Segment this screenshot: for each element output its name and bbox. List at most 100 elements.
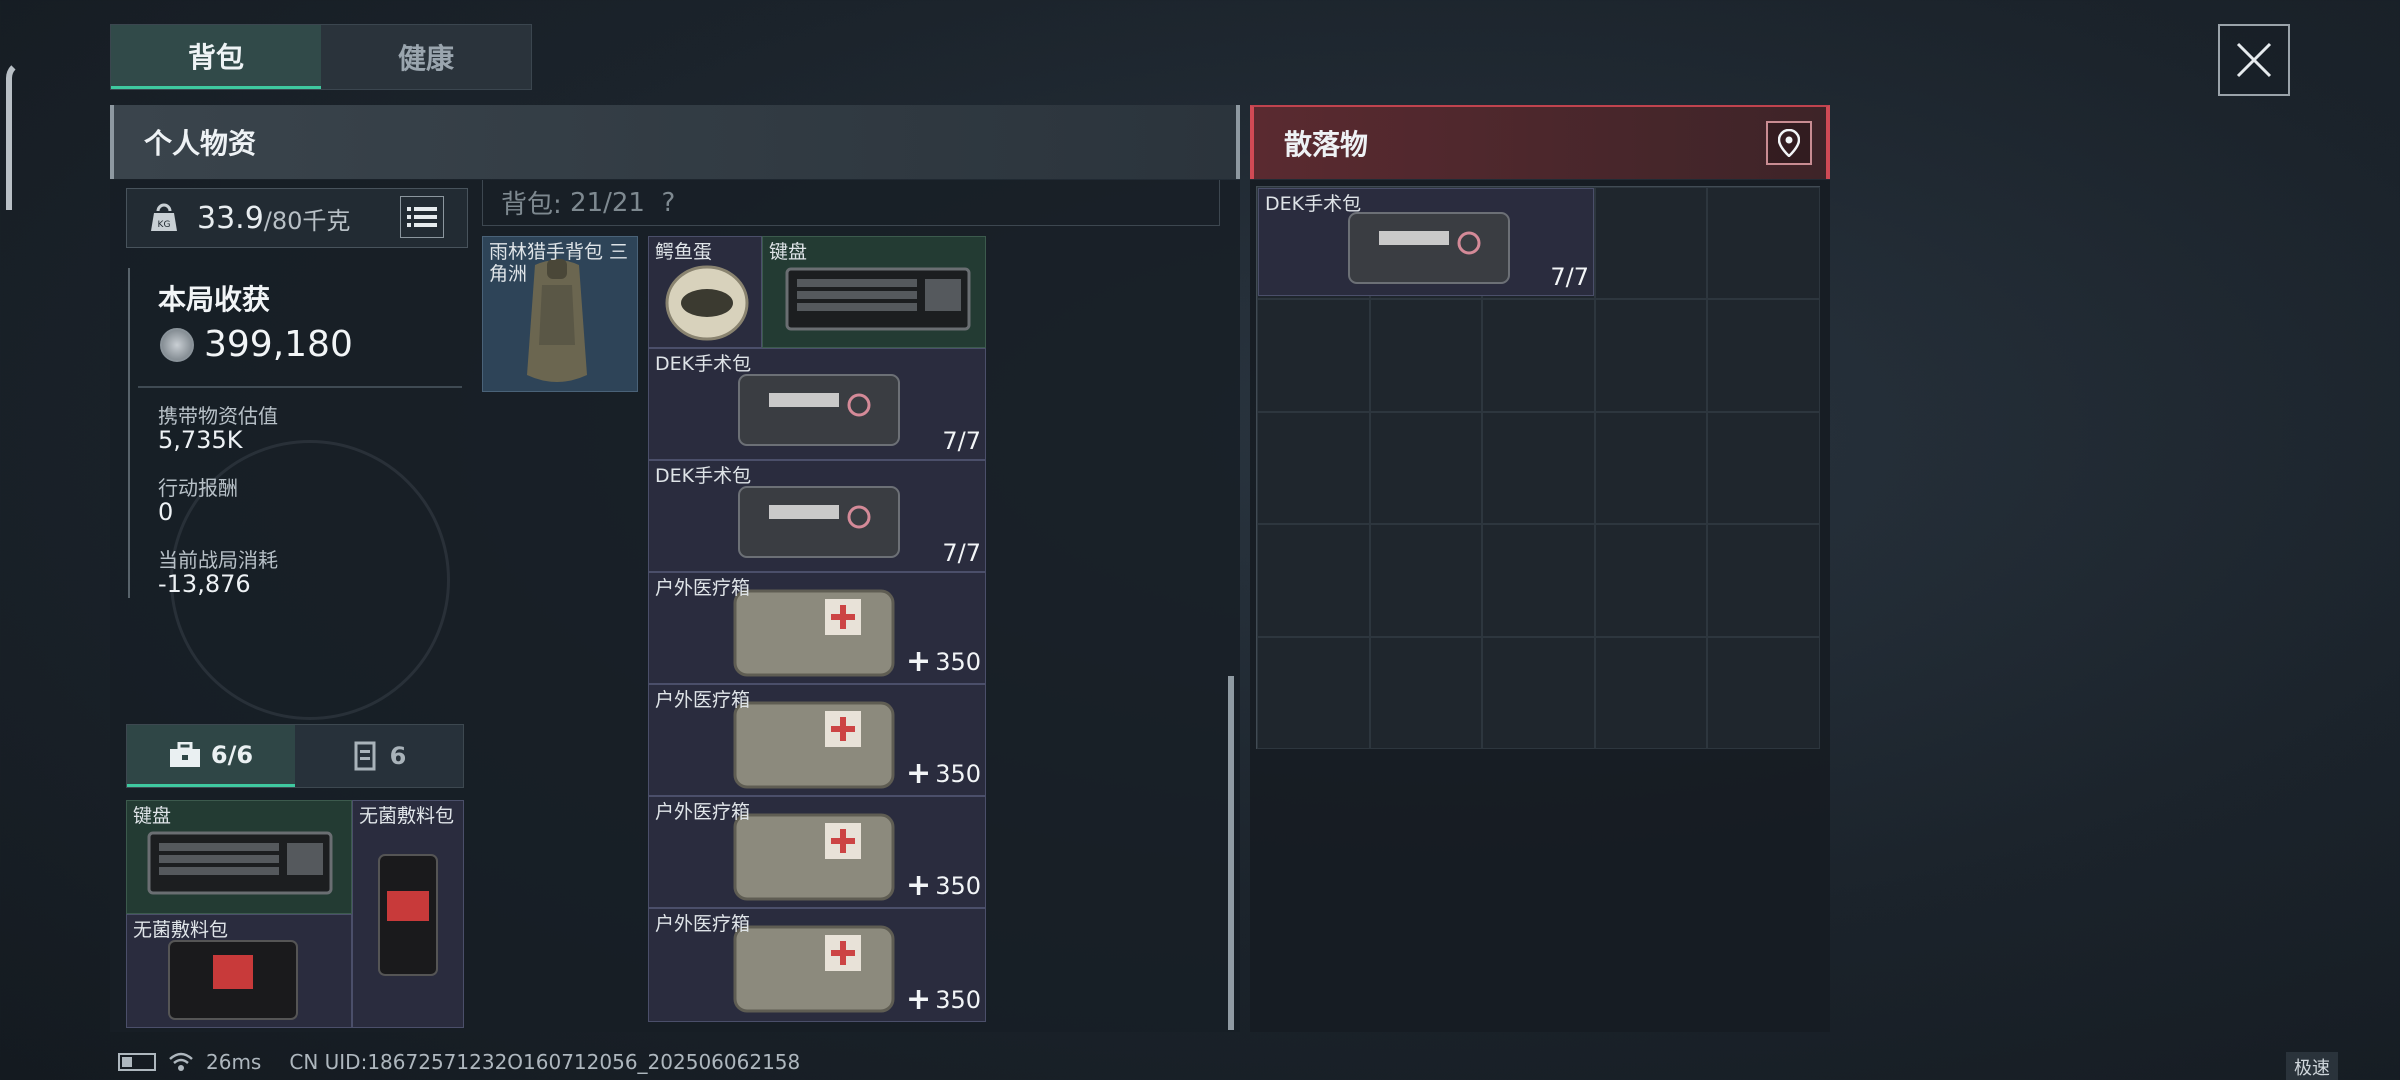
keyboard-image <box>147 831 333 895</box>
item-durability: +350 <box>906 868 981 903</box>
item-durability: +350 <box>906 756 981 791</box>
pouch-item[interactable]: 无菌敷料包 <box>352 800 464 1028</box>
loot-grid-cell[interactable] <box>1482 411 1595 525</box>
item-count: 350 <box>935 985 981 1014</box>
earnings-total-value: 399,180 <box>204 324 353 365</box>
item-name: 无菌敷料包 <box>133 919 229 941</box>
loot-grid-cell[interactable] <box>1594 299 1708 412</box>
list-view-button[interactable] <box>400 196 444 238</box>
bag-item[interactable]: 键盘 <box>762 236 986 348</box>
surgical-kit-image <box>738 374 900 446</box>
medkit-image <box>733 925 895 1013</box>
loot-grid-cell[interactable] <box>1707 299 1820 412</box>
loot-grid-cell[interactable] <box>1257 524 1370 637</box>
loot-grid-cell[interactable] <box>1594 411 1708 525</box>
personal-header: 个人物资 <box>110 105 1240 179</box>
item-name: 户外医疗箱 <box>655 801 751 823</box>
loot-grid-cell[interactable] <box>1707 636 1820 749</box>
container-tabs: 6/6 6 <box>126 724 464 788</box>
cost-value: -13,876 <box>158 570 251 598</box>
loot-title: 散落物 <box>1284 128 1369 161</box>
loot-grid-cell[interactable] <box>1707 524 1820 637</box>
bandage-image <box>378 854 438 976</box>
loot-grid-cell[interactable] <box>1707 411 1820 525</box>
plus-icon: + <box>906 868 932 903</box>
keyboard-image <box>785 267 971 331</box>
item-count: 7/7 <box>942 427 981 455</box>
earnings-title: 本局收获 <box>158 283 271 316</box>
croc-egg-image <box>665 265 749 341</box>
item-name: 无菌敷料包 <box>359 805 455 827</box>
loot-grid-cell[interactable] <box>1482 636 1595 749</box>
coin-icon <box>160 327 194 362</box>
loot-grid-cell[interactable] <box>1257 411 1370 525</box>
pouch-item[interactable]: 键盘 <box>126 800 352 914</box>
bag-count: 21/21 <box>570 187 645 218</box>
reward-value: 0 <box>158 498 174 526</box>
map-pin-icon <box>1778 129 1800 157</box>
bag-label: 背包: <box>501 190 562 220</box>
loot-item[interactable]: DEK手术包 7/7 <box>1258 188 1594 296</box>
item-name: 键盘 <box>769 241 808 263</box>
side-handle[interactable] <box>6 60 24 210</box>
bag-item[interactable]: 户外医疗箱 +350 <box>648 796 986 908</box>
loot-grid-cell[interactable] <box>1369 524 1483 637</box>
item-name: 户外医疗箱 <box>655 577 751 599</box>
loot-grid-cell[interactable] <box>1369 636 1483 749</box>
loot-grid-cell[interactable] <box>1482 524 1595 637</box>
bandage-image <box>168 940 298 1020</box>
surgical-kit-image <box>738 486 900 558</box>
tab-vest[interactable]: 6 <box>295 725 463 787</box>
reward-label: 行动报酬 <box>158 476 238 500</box>
status-bar: 26ms CN UID:18672571232O160712056_202506… <box>118 1050 800 1074</box>
battery-icon <box>118 1053 156 1071</box>
bag-item[interactable]: 户外医疗箱 +350 <box>648 908 986 1022</box>
uid-text: CN UID:18672571232O160712056_20250606215… <box>289 1050 801 1074</box>
item-name: 户外医疗箱 <box>655 913 751 935</box>
bag-item[interactable]: DEK手术包 7/7 <box>648 348 986 460</box>
item-name: DEK手术包 <box>655 465 752 487</box>
item-durability: +350 <box>906 644 981 679</box>
loot-grid-cell[interactable] <box>1369 299 1483 412</box>
help-icon[interactable]: ? <box>662 188 676 218</box>
bag-item[interactable]: 户外医疗箱 +350 <box>648 684 986 796</box>
loot-grid-cell[interactable] <box>1594 524 1708 637</box>
medkit-image <box>733 589 895 677</box>
bag-item[interactable]: 鳄鱼蛋 <box>648 236 762 348</box>
earnings-total: 399,180 <box>160 324 353 365</box>
bag-item[interactable]: 户外医疗箱 +350 <box>648 572 986 684</box>
location-button[interactable] <box>1766 121 1812 165</box>
loot-grid-cell[interactable] <box>1594 636 1708 749</box>
tab-health[interactable]: 健康 <box>321 25 531 89</box>
bag-scrollbar[interactable] <box>1228 676 1234 1030</box>
loot-grid-cell[interactable] <box>1707 187 1820 300</box>
item-count: 7/7 <box>1550 263 1589 291</box>
toolbox-icon <box>169 741 200 767</box>
speed-badge: 极速 <box>2286 1052 2338 1080</box>
item-count: 350 <box>935 871 981 900</box>
close-button[interactable] <box>2218 24 2290 96</box>
plus-icon: + <box>906 644 932 679</box>
item-name: DEK手术包 <box>655 353 752 375</box>
loot-grid-cell[interactable] <box>1482 299 1595 412</box>
item-count: 350 <box>935 759 981 788</box>
backpack-slot[interactable]: 雨林猎手背包 三角洲 <box>482 236 638 392</box>
loot-grid-cell[interactable] <box>1594 187 1708 300</box>
item-durability: +350 <box>906 982 981 1017</box>
divider <box>138 386 462 388</box>
earnings-summary: 本局收获 399,180 携带物资估值 5,735K 行动报酬 0 当前战局消耗… <box>128 268 464 598</box>
close-icon <box>2236 42 2272 78</box>
loot-grid-cell[interactable] <box>1369 411 1483 525</box>
bag-item[interactable]: DEK手术包 7/7 <box>648 460 986 572</box>
svg-text:KG: KG <box>158 220 171 230</box>
backpack-name: 雨林猎手背包 三角洲 <box>489 241 629 285</box>
list-icon <box>407 207 437 227</box>
tab-safe-box[interactable]: 6/6 <box>127 725 295 787</box>
tab-backpack[interactable]: 背包 <box>111 25 321 89</box>
item-count: 350 <box>935 647 981 676</box>
loot-header: 散落物 <box>1250 105 1830 179</box>
pouch-item[interactable]: 无菌敷料包 <box>126 914 352 1028</box>
loot-grid-cell[interactable] <box>1257 636 1370 749</box>
carry-value-label: 携带物资估值 <box>158 404 278 428</box>
loot-grid-cell[interactable] <box>1257 299 1370 412</box>
